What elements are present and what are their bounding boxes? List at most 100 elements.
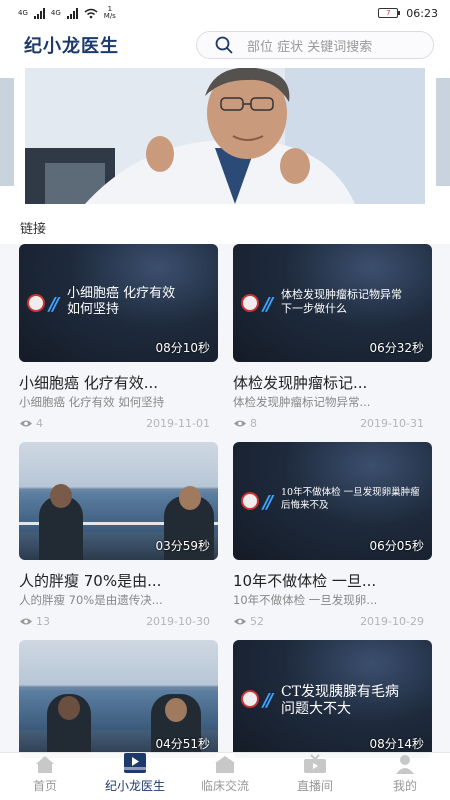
tab-home[interactable]: 首页 bbox=[0, 753, 90, 800]
tab-clinical[interactable]: 临床交流 bbox=[180, 753, 270, 800]
eye-icon bbox=[234, 420, 246, 427]
video-meta: 8 2019-10-31 bbox=[233, 417, 432, 430]
thumbnail-caption: 小细胞癌 化疗有效 如何坚持 bbox=[67, 286, 176, 317]
tab-label: 纪小龙医生 bbox=[104, 779, 165, 793]
video-duration: 08分10秒 bbox=[155, 341, 210, 355]
clinic-icon bbox=[213, 753, 237, 774]
user-icon bbox=[393, 753, 417, 774]
thumbnail-person-head bbox=[50, 484, 72, 508]
video-date: 2019-10-31 bbox=[360, 417, 424, 430]
view-count: 52 bbox=[233, 615, 264, 628]
video-card[interactable]: // 小细胞癌 化疗有效 如何坚持 08分10秒 小细胞癌 化疗有效... 小细… bbox=[19, 244, 218, 430]
status-right: 7 06:23 bbox=[378, 7, 438, 20]
thumbnail-caption: 10年不做体检 一旦发现卵巢肿瘤 后悔来不及 bbox=[281, 487, 420, 511]
banner-carousel[interactable] bbox=[0, 64, 450, 210]
video-play-icon bbox=[123, 752, 147, 774]
video-thumbnail[interactable]: // CT发现胰腺有毛病 问题大不大 08分14秒 bbox=[233, 640, 432, 758]
network-speed: 1 M/s bbox=[104, 6, 116, 20]
video-duration: 04分51秒 bbox=[155, 737, 210, 751]
status-bar: 4G 4G 1 M/s 7 06:23 bbox=[0, 0, 450, 26]
app-header: 纪小龙医生 部位 症状 关键词搜索 bbox=[0, 26, 450, 64]
video-title[interactable]: 10年不做体检 一旦... bbox=[233, 570, 432, 590]
slash-bars-icon: // bbox=[263, 690, 273, 711]
bottom-tab-bar: 首页 纪小龙医生 临床交流 直播间 我的 bbox=[0, 752, 450, 800]
view-count-value: 8 bbox=[250, 417, 257, 430]
signal-icon bbox=[66, 7, 78, 19]
app-screen: 4G 4G 1 M/s 7 06:23 纪小龙医生 部位 症状 关键词搜索 链接… bbox=[0, 0, 450, 800]
banner-doctor-image bbox=[25, 68, 425, 204]
video-thumbnail[interactable]: // 小细胞癌 化疗有效 如何坚持 08分10秒 bbox=[19, 244, 218, 362]
view-count: 4 bbox=[19, 417, 43, 430]
slash-bars-icon: // bbox=[263, 492, 273, 513]
video-duration: 06分05秒 bbox=[369, 539, 424, 553]
tab-label: 直播间 bbox=[296, 779, 333, 793]
view-count: 13 bbox=[19, 615, 50, 628]
speed-unit: M/s bbox=[103, 12, 116, 20]
tab-label: 临床交流 bbox=[200, 779, 249, 793]
video-meta: 13 2019-10-30 bbox=[19, 615, 218, 628]
hospital-logo-icon bbox=[27, 294, 45, 312]
tab-live[interactable]: 直播间 bbox=[270, 753, 360, 800]
video-thumbnail[interactable]: 03分59秒 bbox=[19, 442, 218, 560]
app-title: 纪小龙医生 bbox=[24, 36, 119, 57]
thumbnail-person-head bbox=[179, 486, 201, 510]
banner-slide[interactable] bbox=[25, 68, 425, 204]
video-subtitle: 10年不做体检 一旦发现卵... bbox=[233, 593, 378, 607]
eye-icon bbox=[20, 618, 32, 625]
view-count: 8 bbox=[233, 417, 257, 430]
video-date: 2019-11-01 bbox=[146, 417, 210, 430]
video-meta: 4 2019-11-01 bbox=[19, 417, 218, 430]
video-meta: 52 2019-10-29 bbox=[233, 615, 432, 628]
hospital-logo-icon bbox=[241, 492, 259, 510]
battery-icon: 7 bbox=[378, 8, 401, 18]
banner-next-peek[interactable] bbox=[436, 78, 450, 186]
search-input[interactable]: 部位 症状 关键词搜索 bbox=[196, 31, 434, 59]
search-placeholder: 部位 症状 关键词搜索 bbox=[247, 39, 373, 55]
video-card[interactable]: // 体检发现肿瘤标记物异常 下一步做什么 06分32秒 体检发现肿瘤标记...… bbox=[233, 244, 432, 430]
video-subtitle: 小细胞癌 化疗有效 如何坚持 bbox=[19, 395, 165, 409]
thumbnail-person-head bbox=[165, 698, 187, 722]
video-subtitle: 人的胖瘦 70%是由遗传决... bbox=[19, 593, 163, 607]
tab-doctor[interactable]: 纪小龙医生 bbox=[90, 753, 180, 800]
video-duration: 06分32秒 bbox=[369, 341, 424, 355]
video-card[interactable]: 03分59秒 人的胖瘦 70%是由... 人的胖瘦 70%是由遗传决... 13… bbox=[19, 442, 218, 628]
network-type-1: 4G bbox=[18, 8, 28, 17]
clock: 06:23 bbox=[406, 6, 438, 20]
hospital-logo-icon bbox=[241, 690, 259, 708]
view-count-value: 52 bbox=[250, 615, 264, 628]
video-title[interactable]: 小细胞癌 化疗有效... bbox=[19, 372, 218, 392]
slash-bars-icon: // bbox=[49, 294, 59, 315]
slash-bars-icon: // bbox=[263, 294, 273, 315]
video-duration: 08分14秒 bbox=[369, 737, 424, 751]
status-left: 4G 4G 1 M/s bbox=[18, 6, 116, 20]
section-title: 链接 bbox=[0, 210, 450, 244]
banner-prev-peek[interactable] bbox=[0, 78, 14, 186]
signal-icon bbox=[33, 7, 45, 19]
eye-icon bbox=[234, 618, 246, 625]
video-subtitle: 体检发现肿瘤标记物异常... bbox=[233, 395, 371, 409]
video-title[interactable]: 人的胖瘦 70%是由... bbox=[19, 570, 218, 590]
tv-icon bbox=[303, 753, 327, 774]
home-icon bbox=[33, 753, 57, 774]
search-icon bbox=[215, 36, 233, 54]
eye-icon bbox=[20, 420, 32, 427]
video-date: 2019-10-30 bbox=[146, 615, 210, 628]
tab-mine[interactable]: 我的 bbox=[360, 753, 450, 800]
video-grid: // 小细胞癌 化疗有效 如何坚持 08分10秒 小细胞癌 化疗有效... 小细… bbox=[0, 244, 450, 800]
video-title[interactable]: 体检发现肿瘤标记... bbox=[233, 372, 432, 392]
wifi-icon bbox=[84, 8, 98, 18]
view-count-value: 4 bbox=[36, 417, 43, 430]
thumbnail-caption: CT发现胰腺有毛病 问题大不大 bbox=[281, 684, 400, 717]
video-duration: 03分59秒 bbox=[155, 539, 210, 553]
thumbnail-person-head bbox=[58, 696, 80, 720]
view-count-value: 13 bbox=[36, 615, 50, 628]
video-thumbnail[interactable]: // 体检发现肿瘤标记物异常 下一步做什么 06分32秒 bbox=[233, 244, 432, 362]
video-thumbnail[interactable]: 04分51秒 bbox=[19, 640, 218, 758]
thumbnail-caption: 体检发现肿瘤标记物异常 下一步做什么 bbox=[281, 288, 402, 315]
tab-label: 首页 bbox=[32, 779, 57, 793]
hospital-logo-icon bbox=[241, 294, 259, 312]
video-thumbnail[interactable]: // 10年不做体检 一旦发现卵巢肿瘤 后悔来不及 06分05秒 bbox=[233, 442, 432, 560]
video-card[interactable]: // 10年不做体检 一旦发现卵巢肿瘤 后悔来不及 06分05秒 10年不做体检… bbox=[233, 442, 432, 628]
tab-label: 我的 bbox=[392, 779, 417, 793]
video-date: 2019-10-29 bbox=[360, 615, 424, 628]
